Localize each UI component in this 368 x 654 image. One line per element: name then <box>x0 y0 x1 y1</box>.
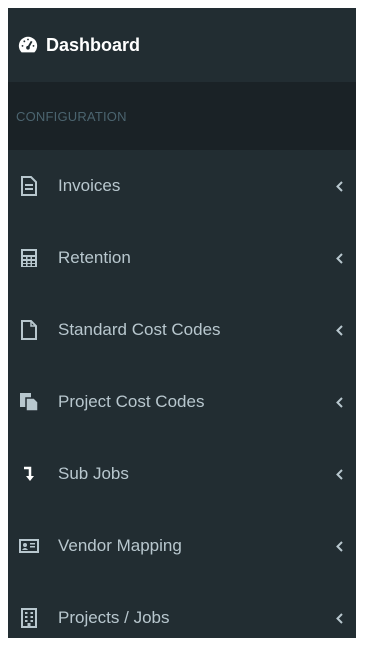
chevron-left-icon <box>334 539 344 553</box>
building-icon <box>18 607 40 629</box>
sidebar-item-label: Dashboard <box>46 34 141 55</box>
sidebar-item-label: Sub Jobs <box>58 464 129 483</box>
section-header-configuration: CONFIGURATION <box>8 82 356 150</box>
sidebar-item-projects-jobs[interactable]: Projects / Jobs <box>8 582 356 654</box>
sidebar-item-label: Vendor Mapping <box>58 536 182 555</box>
chevron-left-icon <box>334 611 344 625</box>
file-text-icon <box>18 175 40 197</box>
dashboard-icon <box>16 33 40 57</box>
sidebar-item-label: Invoices <box>58 176 121 195</box>
chevron-left-icon <box>334 467 344 481</box>
sidebar-item-vendor-mapping[interactable]: Vendor Mapping <box>8 510 356 582</box>
file-outline-icon <box>18 319 40 341</box>
calculator-icon <box>18 247 40 269</box>
sidebar-item-label: Standard Cost Codes <box>58 320 221 339</box>
sidebar-item-invoices[interactable]: Invoices <box>8 150 356 222</box>
copy-files-icon <box>18 391 40 413</box>
sidebar: Dashboard CONFIGURATION Invoices Retenti… <box>8 8 356 638</box>
chevron-left-icon <box>334 251 344 265</box>
chevron-left-icon <box>334 395 344 409</box>
section-header-label: CONFIGURATION <box>16 108 127 124</box>
sidebar-item-retention[interactable]: Retention <box>8 222 356 294</box>
sidebar-item-label: Project Cost Codes <box>58 392 205 411</box>
id-card-icon <box>18 535 40 557</box>
chevron-left-icon <box>334 179 344 193</box>
sidebar-item-dashboard[interactable]: Dashboard <box>8 8 356 82</box>
sidebar-item-label: Projects / Jobs <box>58 608 170 627</box>
chevron-left-icon <box>334 323 344 337</box>
sidebar-item-label: Retention <box>58 248 131 267</box>
sidebar-item-sub-jobs[interactable]: Sub Jobs <box>8 438 356 510</box>
sidebar-item-project-cost-codes[interactable]: Project Cost Codes <box>8 366 356 438</box>
sidebar-item-standard-cost-codes[interactable]: Standard Cost Codes <box>8 294 356 366</box>
level-down-icon <box>18 463 40 485</box>
